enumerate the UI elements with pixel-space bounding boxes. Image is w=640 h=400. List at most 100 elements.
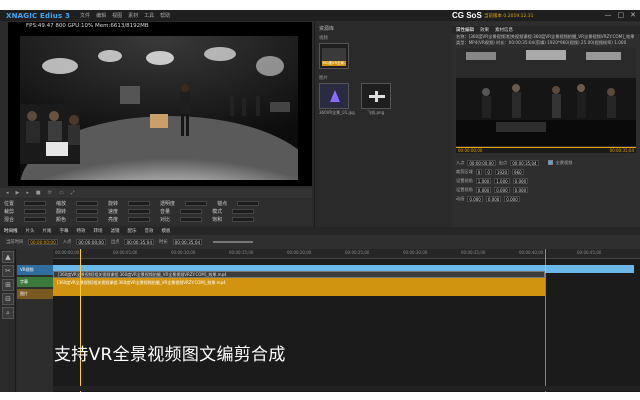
prop-label: 透明度 <box>160 200 176 207</box>
timeline-ruler[interactable]: 00:00:00;00 00:00:05;00 00:00:10;00 00:0… <box>53 249 640 259</box>
prop-field[interactable] <box>128 208 151 214</box>
view-field[interactable]: 1.000 <box>494 177 510 184</box>
prop-field[interactable] <box>180 208 203 214</box>
prop-field[interactable] <box>128 200 151 206</box>
tab-subtitle[interactable]: 字幕 <box>60 228 69 234</box>
current-time-field[interactable]: 00:00:00;00 <box>28 239 58 245</box>
library-video-thumb[interactable]: 360度VR全景... <box>319 43 349 69</box>
fullscreen-button[interactable]: ⤢ <box>71 190 75 196</box>
library-image-item[interactable]: 飞机.png <box>360 83 391 116</box>
loop-button[interactable]: ⟳ <box>48 190 52 196</box>
zoom-slider[interactable] <box>213 241 254 243</box>
thumb-image <box>322 48 346 62</box>
crop-w-field[interactable]: 1920 <box>494 168 510 175</box>
panorama-checkbox[interactable] <box>547 160 553 165</box>
close-button[interactable]: ✕ <box>630 11 636 19</box>
minimize-button[interactable]: — <box>605 11 612 19</box>
prop-field[interactable] <box>128 216 151 222</box>
out-point-field[interactable]: 00:00:35;04 <box>510 159 539 166</box>
view-field[interactable]: 1.000 <box>475 177 492 184</box>
library-image-item[interactable]: 360VR全景_01.jpg <box>319 83 355 116</box>
prop-field[interactable] <box>232 208 255 214</box>
clip-details: 类型：MP4(VR视频) 时长：00:00:35:04(剪辑) 1920*960… <box>456 40 627 45</box>
duration-field[interactable]: 00:00:35;04 <box>172 239 203 245</box>
view-field[interactable]: 0.000 <box>475 186 492 193</box>
prop-field[interactable] <box>185 200 208 206</box>
menu-help[interactable]: 帮助 <box>160 12 170 19</box>
tab-template[interactable]: 模板 <box>162 228 171 234</box>
view-field[interactable]: 0.000 <box>494 186 510 193</box>
out-field[interactable]: 00:00:35;04 <box>124 239 155 245</box>
prop-label: 旋转 <box>108 200 119 207</box>
clip-preview[interactable] <box>456 48 636 146</box>
menu-edit[interactable]: 编辑 <box>96 12 106 19</box>
tab-timeline[interactable]: 时间线 <box>4 228 18 234</box>
prop-field[interactable] <box>237 200 260 206</box>
cut-tool-icon[interactable]: ✂ <box>2 265 14 277</box>
tab-effects[interactable]: 效果 <box>480 27 489 33</box>
playhead[interactable] <box>80 249 81 392</box>
prop-label: 音量 <box>160 208 171 215</box>
preview-scene-image <box>456 48 636 146</box>
app-logo: XNAGIC Edius 3 <box>6 11 71 20</box>
timeline-toolbox: ▲ ✂ ⊞ ⊟ ⌕ <box>0 249 16 392</box>
preview-timeline[interactable]: 00:00:00;00 00:00:35;04 <box>456 147 636 153</box>
prop-field[interactable] <box>180 216 203 222</box>
tab-outro[interactable]: 片尾 <box>43 228 52 234</box>
prop-field[interactable] <box>76 208 99 214</box>
tab-filter[interactable]: 滤镜 <box>111 228 120 234</box>
prop-field[interactable] <box>24 208 47 214</box>
zoom-out-tool-icon[interactable]: ⊟ <box>2 293 14 305</box>
stop-button[interactable]: ■ <box>36 190 41 196</box>
track-label-image[interactable]: 图片 <box>17 289 53 299</box>
menu-file[interactable]: 文件 <box>80 12 90 19</box>
view-field[interactable]: 0.000 <box>512 177 529 184</box>
play-button[interactable]: ▶ <box>16 190 20 196</box>
ruler-tick: 00:00:00;00 <box>55 250 80 255</box>
next-frame-button[interactable]: ▸ <box>26 190 29 196</box>
anim-field[interactable]: 0.000 <box>485 195 502 202</box>
tab-transition[interactable]: 转场 <box>94 228 103 234</box>
in-field[interactable]: 00:00:00;00 <box>76 239 106 245</box>
menu-tools[interactable]: 工具 <box>144 12 154 19</box>
prop-field[interactable] <box>76 216 99 222</box>
property-label: 动画 <box>456 195 465 201</box>
search-tool-icon[interactable]: ⌕ <box>2 307 14 319</box>
menu-media[interactable]: 素材 <box>128 12 138 19</box>
audio-clip[interactable]: [360度VR全景视频]相关视频课程:360度VR全景视频拍摄_VR全景视频VR… <box>53 278 545 296</box>
tab-music[interactable]: 配乐 <box>128 228 137 234</box>
crop-x-field[interactable]: 0 <box>475 168 483 175</box>
maximize-button[interactable]: □ <box>618 11 625 19</box>
crop-h-field[interactable]: 960 <box>512 168 524 175</box>
track-label-video[interactable]: VR视频 <box>17 265 53 275</box>
prop-field[interactable] <box>24 200 47 206</box>
select-tool-icon[interactable]: ▲ <box>2 251 14 263</box>
vr-video-frame[interactable] <box>20 36 298 180</box>
tab-info[interactable]: 素材信息 <box>495 27 513 33</box>
tab-intro[interactable]: 片头 <box>26 228 35 234</box>
promo-caption: 支持VR全景视频图文编剪合成 <box>54 345 286 365</box>
video-clip[interactable]: [360度VR全景视频]相关视频课程:360度VR全景视频拍摄_VR全景视频VR… <box>53 271 545 278</box>
prop-field[interactable] <box>232 216 255 222</box>
safe-area-button[interactable]: ▭ <box>59 190 64 196</box>
prop-field[interactable] <box>76 200 99 206</box>
track-label-subtitle[interactable]: 字幕 <box>17 277 53 287</box>
anim-field[interactable]: 0.000 <box>467 195 483 202</box>
prev-frame-button[interactable]: ◂ <box>6 190 9 196</box>
in-point-field[interactable]: 00:00:00;00 <box>467 159 496 166</box>
view-field[interactable]: 0.000 <box>512 186 529 193</box>
crop-y-field[interactable]: 0 <box>485 168 492 175</box>
property-row: 动画 0.000 0.000 0.000 <box>456 194 636 203</box>
tab-properties[interactable]: 属性编辑 <box>456 27 474 33</box>
ruler-tick: 00:00:35;00 <box>461 250 486 255</box>
in-label: 入点 <box>62 240 72 245</box>
zoom-in-tool-icon[interactable]: ⊞ <box>2 279 14 291</box>
menu-bar: 文件 编辑 视图 素材 工具 帮助 <box>80 12 170 19</box>
tab-sfx[interactable]: 音效 <box>145 228 154 234</box>
image-caption: 飞机.png <box>367 110 385 115</box>
menu-view[interactable]: 视图 <box>112 12 122 19</box>
prop-field[interactable] <box>24 216 47 222</box>
anim-field[interactable]: 0.000 <box>504 195 520 202</box>
timeline-scrollbar[interactable] <box>53 386 640 391</box>
tab-fx[interactable]: 特效 <box>77 228 86 234</box>
